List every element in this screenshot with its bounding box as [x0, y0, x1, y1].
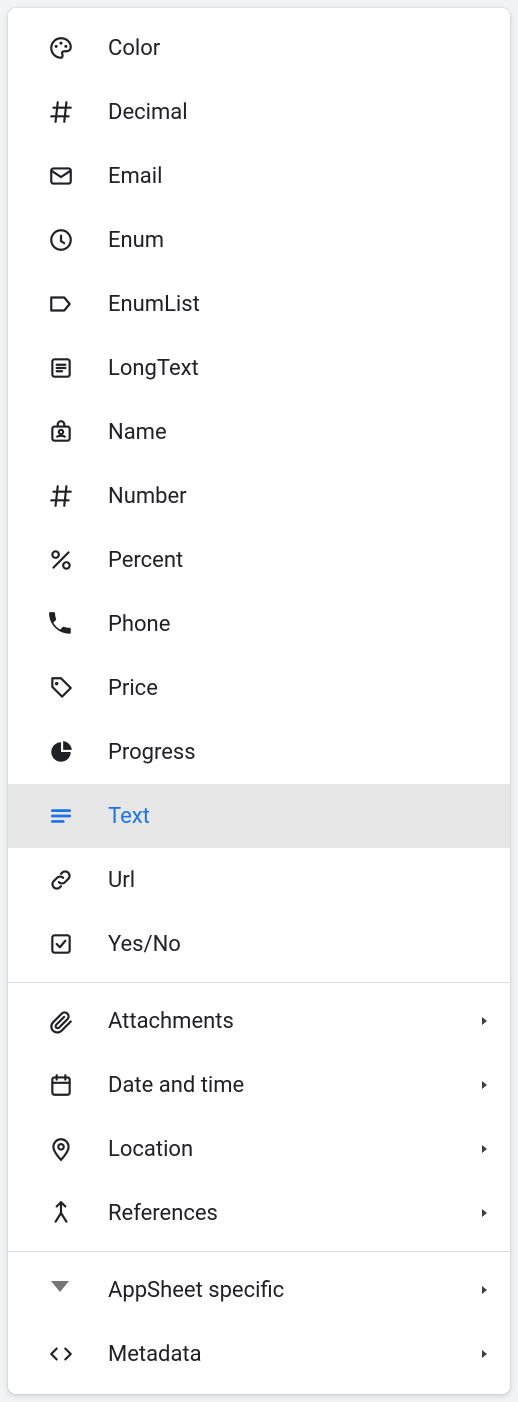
chevron-right-icon [478, 1204, 490, 1223]
chevron-right-icon [478, 1076, 490, 1095]
menu-item-label: Price [108, 676, 490, 701]
menu-item-label: Decimal [108, 100, 490, 125]
menu-item-name[interactable]: Name [8, 400, 510, 464]
menu-item-progress[interactable]: Progress [8, 720, 510, 784]
menu-item-metadata[interactable]: Metadata [8, 1322, 510, 1386]
menu-item-label: Color [108, 36, 490, 61]
menu-item-url[interactable]: Url [8, 848, 510, 912]
checkbox-icon [48, 931, 108, 957]
menu-item-label: LongText [108, 356, 490, 381]
menu-item-price[interactable]: Price [8, 656, 510, 720]
menu-item-label: Enum [108, 228, 490, 253]
menu-item-label: Text [108, 804, 490, 829]
calendar-icon [48, 1072, 108, 1098]
chevron-right-icon [478, 1345, 490, 1364]
percent-icon [48, 547, 108, 573]
location-icon [48, 1136, 108, 1162]
menu-item-label: Attachments [108, 1009, 478, 1034]
menu-item-text[interactable]: Text [8, 784, 510, 848]
text-icon [48, 803, 108, 829]
palette-icon [48, 35, 108, 61]
divider [8, 982, 510, 983]
menu-item-label: Number [108, 484, 490, 509]
menu-item-enum[interactable]: Enum [8, 208, 510, 272]
menu-item-appsheet-specific[interactable]: AppSheet specific [8, 1258, 510, 1322]
hash-icon [48, 483, 108, 509]
menu-item-label: Url [108, 868, 490, 893]
code-icon [48, 1341, 108, 1367]
attachment-icon [48, 1008, 108, 1034]
chevron-right-icon [478, 1012, 490, 1031]
menu-item-decimal[interactable]: Decimal [8, 80, 510, 144]
phone-icon [48, 611, 108, 637]
menu-item-references[interactable]: References [8, 1181, 510, 1245]
pie-icon [48, 739, 108, 765]
menu-item-color[interactable]: Color [8, 16, 510, 80]
menu-item-date-and-time[interactable]: Date and time [8, 1053, 510, 1117]
hash-icon [48, 99, 108, 125]
menu-item-label: Percent [108, 548, 490, 573]
menu-item-label: Name [108, 420, 490, 445]
type-select-menu: Color Decimal Email Enum EnumList LongText Nam… [8, 8, 510, 1394]
merge-icon [48, 1200, 108, 1226]
notes-box-icon [48, 355, 108, 381]
mail-icon [48, 163, 108, 189]
chevron-right-icon [478, 1140, 490, 1159]
menu-item-label: Email [108, 164, 490, 189]
menu-item-attachments[interactable]: Attachments [8, 989, 510, 1053]
menu-item-phone[interactable]: Phone [8, 592, 510, 656]
link-icon [48, 867, 108, 893]
menu-item-label: Yes/No [108, 932, 490, 957]
menu-item-percent[interactable]: Percent [8, 528, 510, 592]
menu-item-label: Metadata [108, 1342, 478, 1367]
menu-item-label: Phone [108, 612, 490, 637]
menu-item-label: References [108, 1201, 478, 1226]
menu-item-longtext[interactable]: LongText [8, 336, 510, 400]
price-tag-icon [48, 675, 108, 701]
badge-icon [48, 419, 108, 445]
chevron-right-icon [478, 1281, 490, 1300]
tag-outline-icon [48, 291, 108, 317]
menu-item-label: Progress [108, 740, 490, 765]
menu-item-email[interactable]: Email [8, 144, 510, 208]
clock-icon [48, 227, 108, 253]
menu-item-yes-no[interactable]: Yes/No [8, 912, 510, 976]
menu-item-location[interactable]: Location [8, 1117, 510, 1181]
divider [8, 1251, 510, 1252]
menu-item-number[interactable]: Number [8, 464, 510, 528]
menu-item-label: EnumList [108, 292, 490, 317]
appsheet-icon [48, 1278, 108, 1302]
menu-item-label: Location [108, 1137, 478, 1162]
menu-item-label: AppSheet specific [108, 1278, 478, 1303]
menu-item-label: Date and time [108, 1073, 478, 1098]
menu-item-enumlist[interactable]: EnumList [8, 272, 510, 336]
